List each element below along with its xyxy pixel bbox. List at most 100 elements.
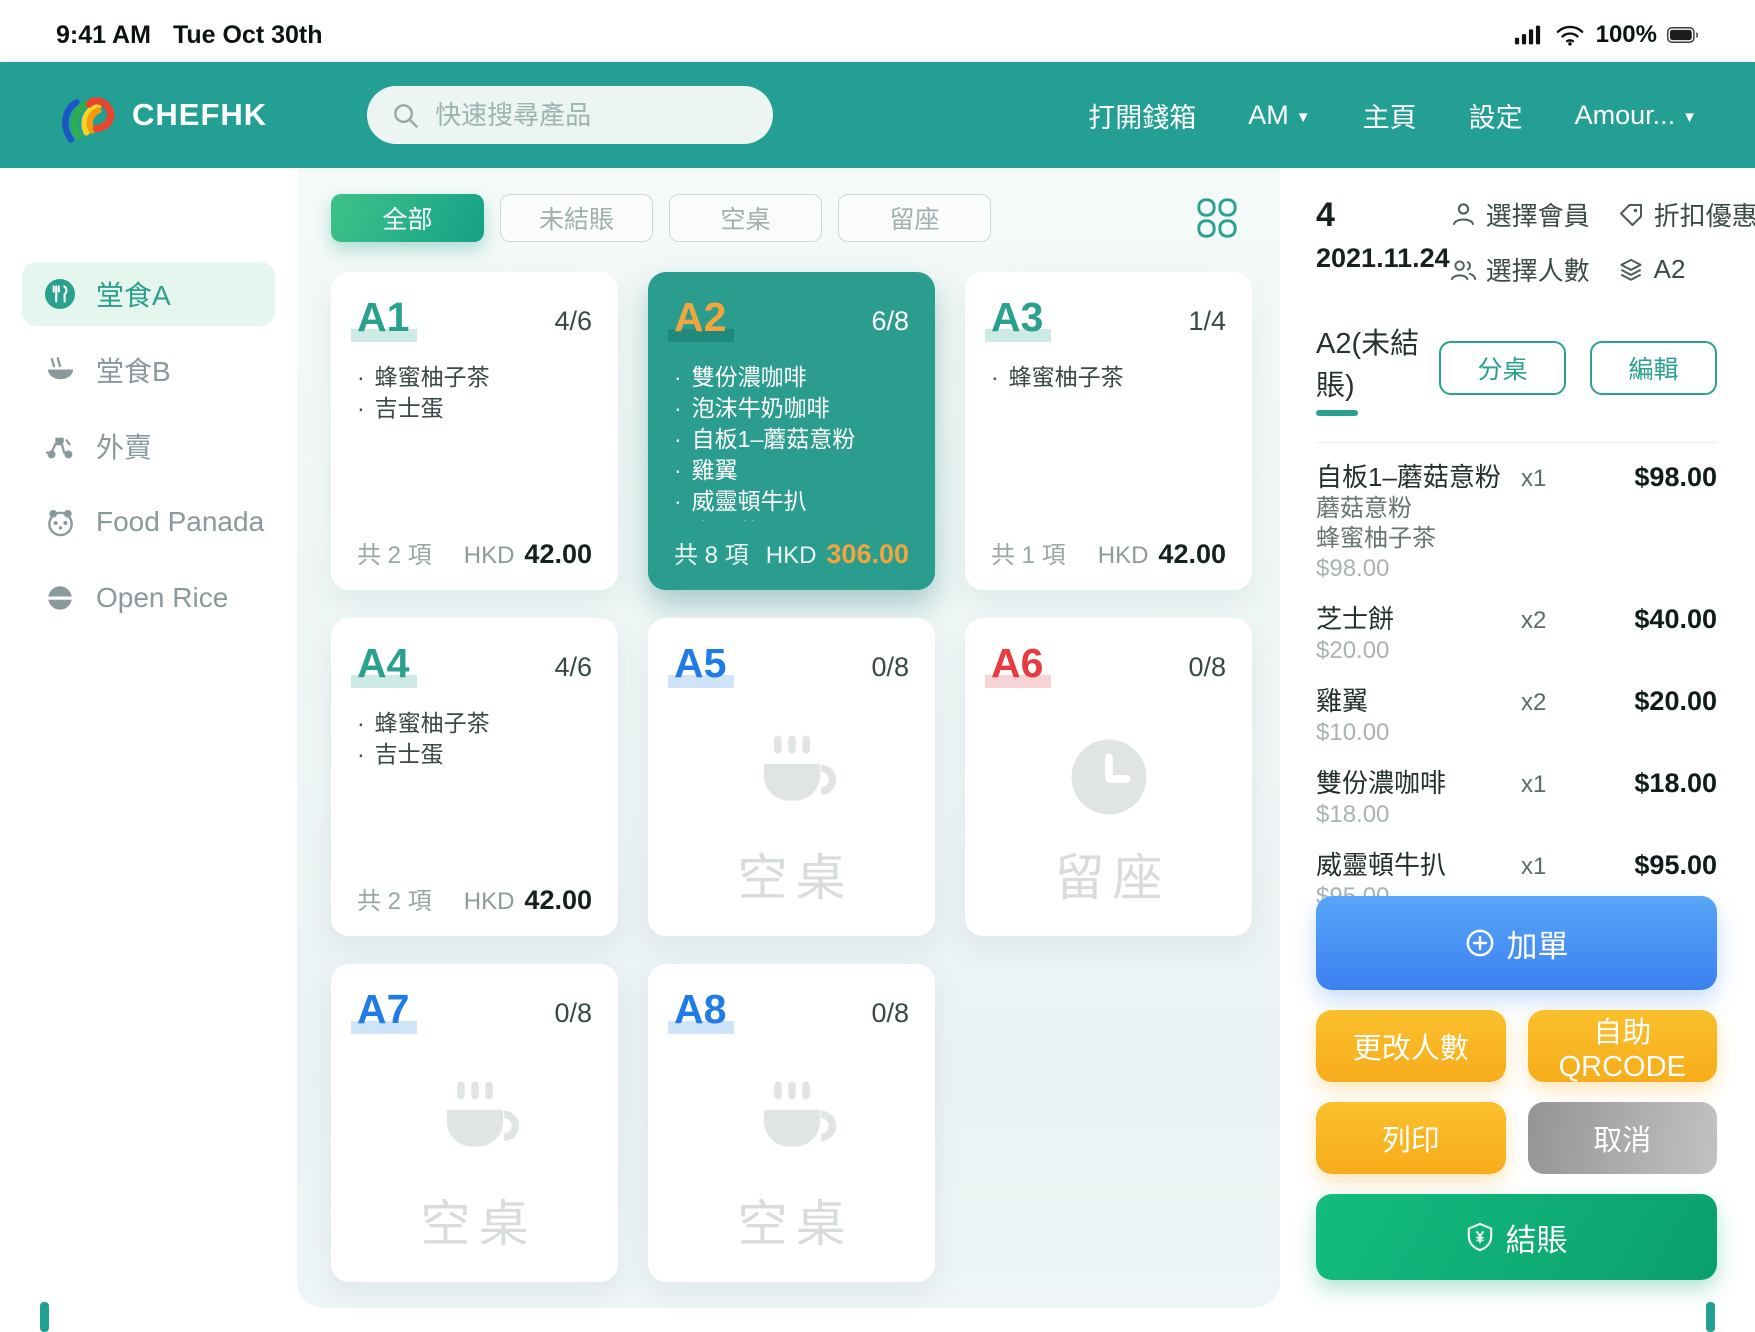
nav-account[interactable]: Amour...▼: [1575, 100, 1697, 131]
filter-tab-reserved[interactable]: 留座: [838, 194, 991, 242]
order-date: 2021.11.24: [1316, 243, 1450, 274]
sidebar-item-label: Food Panada: [96, 506, 264, 538]
table-occupancy: 0/8: [871, 998, 909, 1029]
table-card-A1[interactable]: A14/6·蜂蜜柚子茶·吉士蛋共 2 項HKD42.00: [331, 272, 618, 590]
table-id: A1: [351, 296, 417, 342]
preview-item: ·蜂蜜柚子茶: [991, 362, 1226, 393]
nav-shift-am[interactable]: AM ▼: [1248, 100, 1310, 131]
filter-tab-empty-tables[interactable]: 空桌: [669, 194, 822, 242]
table-card-A8[interactable]: A80/8空桌: [648, 964, 935, 1282]
sidebar-item-dine-in-b[interactable]: 堂食B: [22, 338, 275, 402]
preview-item: ·蜂蜜柚子茶: [357, 708, 592, 739]
order-item-name: 雙份濃咖啡: [1316, 766, 1521, 800]
table-total: HKD42.00: [1098, 539, 1226, 570]
nav-open-cash-drawer[interactable]: 打開錢箱: [1088, 96, 1196, 135]
sidebar-item-dine-in-a[interactable]: 堂食A: [22, 262, 275, 326]
order-item-total: $20.00: [1605, 686, 1717, 717]
order-item-qty: x2: [1521, 607, 1605, 635]
filter-tabs: 全部未結賬空桌留座: [331, 194, 991, 242]
order-item-name: 雞翼: [1316, 684, 1521, 718]
preview-item: ·吉士蛋: [357, 393, 592, 424]
dine-b-icon: [44, 354, 76, 386]
sidebar-item-open-rice[interactable]: Open Rice: [22, 566, 275, 630]
nav-settings[interactable]: 設定: [1469, 96, 1523, 135]
print-button[interactable]: 列印: [1316, 1102, 1506, 1174]
table-cards-grid: A14/6·蜂蜜柚子茶·吉士蛋共 2 項HKD42.00A26/8·雙份濃咖啡·…: [331, 272, 1252, 1282]
table-card-A2[interactable]: A26/8·雙份濃咖啡·泡沫牛奶咖啡·自板1–蘑菇意粉·雞翼·威靈頓牛扒·大份薯…: [648, 272, 935, 590]
table-occupancy: 0/8: [554, 998, 592, 1029]
table-card-A5[interactable]: A50/8空桌: [648, 618, 935, 936]
filter-tab-all[interactable]: 全部: [331, 194, 484, 242]
wifi-icon: [1554, 19, 1586, 51]
cup-icon: [745, 730, 839, 824]
table-id: A2: [668, 296, 734, 342]
brand-logo-icon: [58, 85, 124, 145]
sidebar-item-food-panada[interactable]: Food Panada: [22, 490, 275, 554]
table-card-footer: 共 2 項HKD42.00: [331, 867, 618, 936]
search-box[interactable]: [367, 86, 773, 144]
preview-item: ·自板1–蘑菇意粉: [674, 424, 909, 455]
table-total: HKD42.00: [464, 885, 592, 916]
order-item-modifier: 蘑菇意粉: [1316, 494, 1717, 524]
panda-icon: [44, 506, 76, 538]
cup-icon: [428, 1076, 522, 1170]
panel-link-select-member[interactable]: 選擇會員: [1450, 196, 1590, 233]
sidebar-item-label: Open Rice: [96, 582, 228, 614]
nav-label: AM: [1248, 100, 1289, 131]
table-card-A3[interactable]: A31/4·蜂蜜柚子茶共 1 項HKD42.00: [965, 272, 1252, 590]
order-table-row: A2(未結賬) 分桌 編輯: [1316, 320, 1717, 443]
sidebar-item-takeaway[interactable]: 外賣: [22, 414, 275, 478]
order-info: 4 2021.11.24 選擇會員折扣優惠選擇人數A2: [1316, 196, 1717, 288]
order-quick-links: 選擇會員折扣優惠選擇人數 A2: [1450, 196, 1755, 288]
change-guests-button[interactable]: 更改人數: [1316, 1010, 1506, 1082]
preview-item: ·雙份濃咖啡: [674, 362, 909, 393]
status-time: 9:41 AM: [56, 21, 151, 50]
self-qrcode-button[interactable]: 自助QRCODE: [1528, 1010, 1718, 1082]
edge-strip-right: [1706, 1302, 1715, 1332]
table-occupancy: 0/8: [871, 652, 909, 683]
guests-icon: [1450, 256, 1477, 283]
panel-link-label: A2: [1654, 254, 1686, 285]
layout-grid-icon[interactable]: [1196, 197, 1238, 239]
order-item[interactable]: 雞翼x2$20.00$10.00: [1316, 675, 1717, 757]
sidebar: 堂食A 堂食B 外賣 Food Panada Open Rice: [0, 168, 297, 1308]
chevron-down-icon: ▼: [1296, 109, 1311, 126]
table-total: HKD42.00: [464, 539, 592, 570]
table-card-A4[interactable]: A44/6·蜂蜜柚子茶·吉士蛋共 2 項HKD42.00: [331, 618, 618, 936]
panel-link-discount[interactable]: 折扣優惠: [1618, 196, 1755, 233]
table-item-count: 共 2 項: [357, 535, 432, 570]
split-table-button[interactable]: 分桌: [1439, 341, 1566, 395]
filter-bar: 全部未結賬空桌留座: [331, 194, 1252, 242]
table-layers-icon: [1618, 256, 1645, 283]
edge-strip-left: [40, 1302, 49, 1332]
panel-link-select-guests[interactable]: 選擇人數: [1450, 251, 1590, 288]
order-item-total: $40.00: [1605, 604, 1717, 635]
table-id: A8: [668, 988, 734, 1034]
search-input[interactable]: [433, 99, 759, 132]
order-item-modifier: 蜂蜜柚子茶: [1316, 524, 1717, 554]
nav-home[interactable]: 主頁: [1363, 96, 1417, 135]
preview-item: ·吉士蛋: [357, 739, 592, 770]
search-icon: [389, 99, 421, 131]
panel-link-table-ref[interactable]: A2: [1618, 251, 1755, 288]
pos-screen: 9:41 AM Tue Oct 30th 100% CHEFHK 打開錢箱AM▼…: [0, 0, 1755, 1332]
add-order-button[interactable]: 加單: [1316, 896, 1717, 990]
order-item[interactable]: 雙份濃咖啡x1$18.00$18.00: [1316, 757, 1717, 839]
preview-item: ·泡沫牛奶咖啡: [674, 393, 909, 424]
filter-tab-unsettled[interactable]: 未結賬: [500, 194, 653, 242]
table-item-count: 共 1 項: [991, 535, 1066, 570]
cancel-button[interactable]: 取消: [1528, 1102, 1718, 1174]
preview-item: ·威靈頓牛扒: [674, 486, 909, 517]
plus-circle-icon: [1465, 928, 1495, 958]
brand[interactable]: CHEFHK: [58, 85, 267, 145]
chevron-down-icon: ▼: [1682, 109, 1697, 126]
order-item-name: 威靈頓牛扒: [1316, 848, 1521, 882]
edit-order-button[interactable]: 編輯: [1590, 341, 1717, 395]
order-item[interactable]: 自板1–蘑菇意粉x1$98.00蘑菇意粉蜂蜜柚子茶$98.00: [1316, 451, 1717, 593]
battery-icon: [1667, 19, 1699, 51]
table-card-A6[interactable]: A60/8留座: [965, 618, 1252, 936]
checkout-button[interactable]: 結賬: [1316, 1194, 1717, 1280]
table-occupancy: 1/4: [1188, 306, 1226, 337]
table-card-A7[interactable]: A70/8空桌: [331, 964, 618, 1282]
order-item[interactable]: 芝士餅x2$40.00$20.00: [1316, 593, 1717, 675]
